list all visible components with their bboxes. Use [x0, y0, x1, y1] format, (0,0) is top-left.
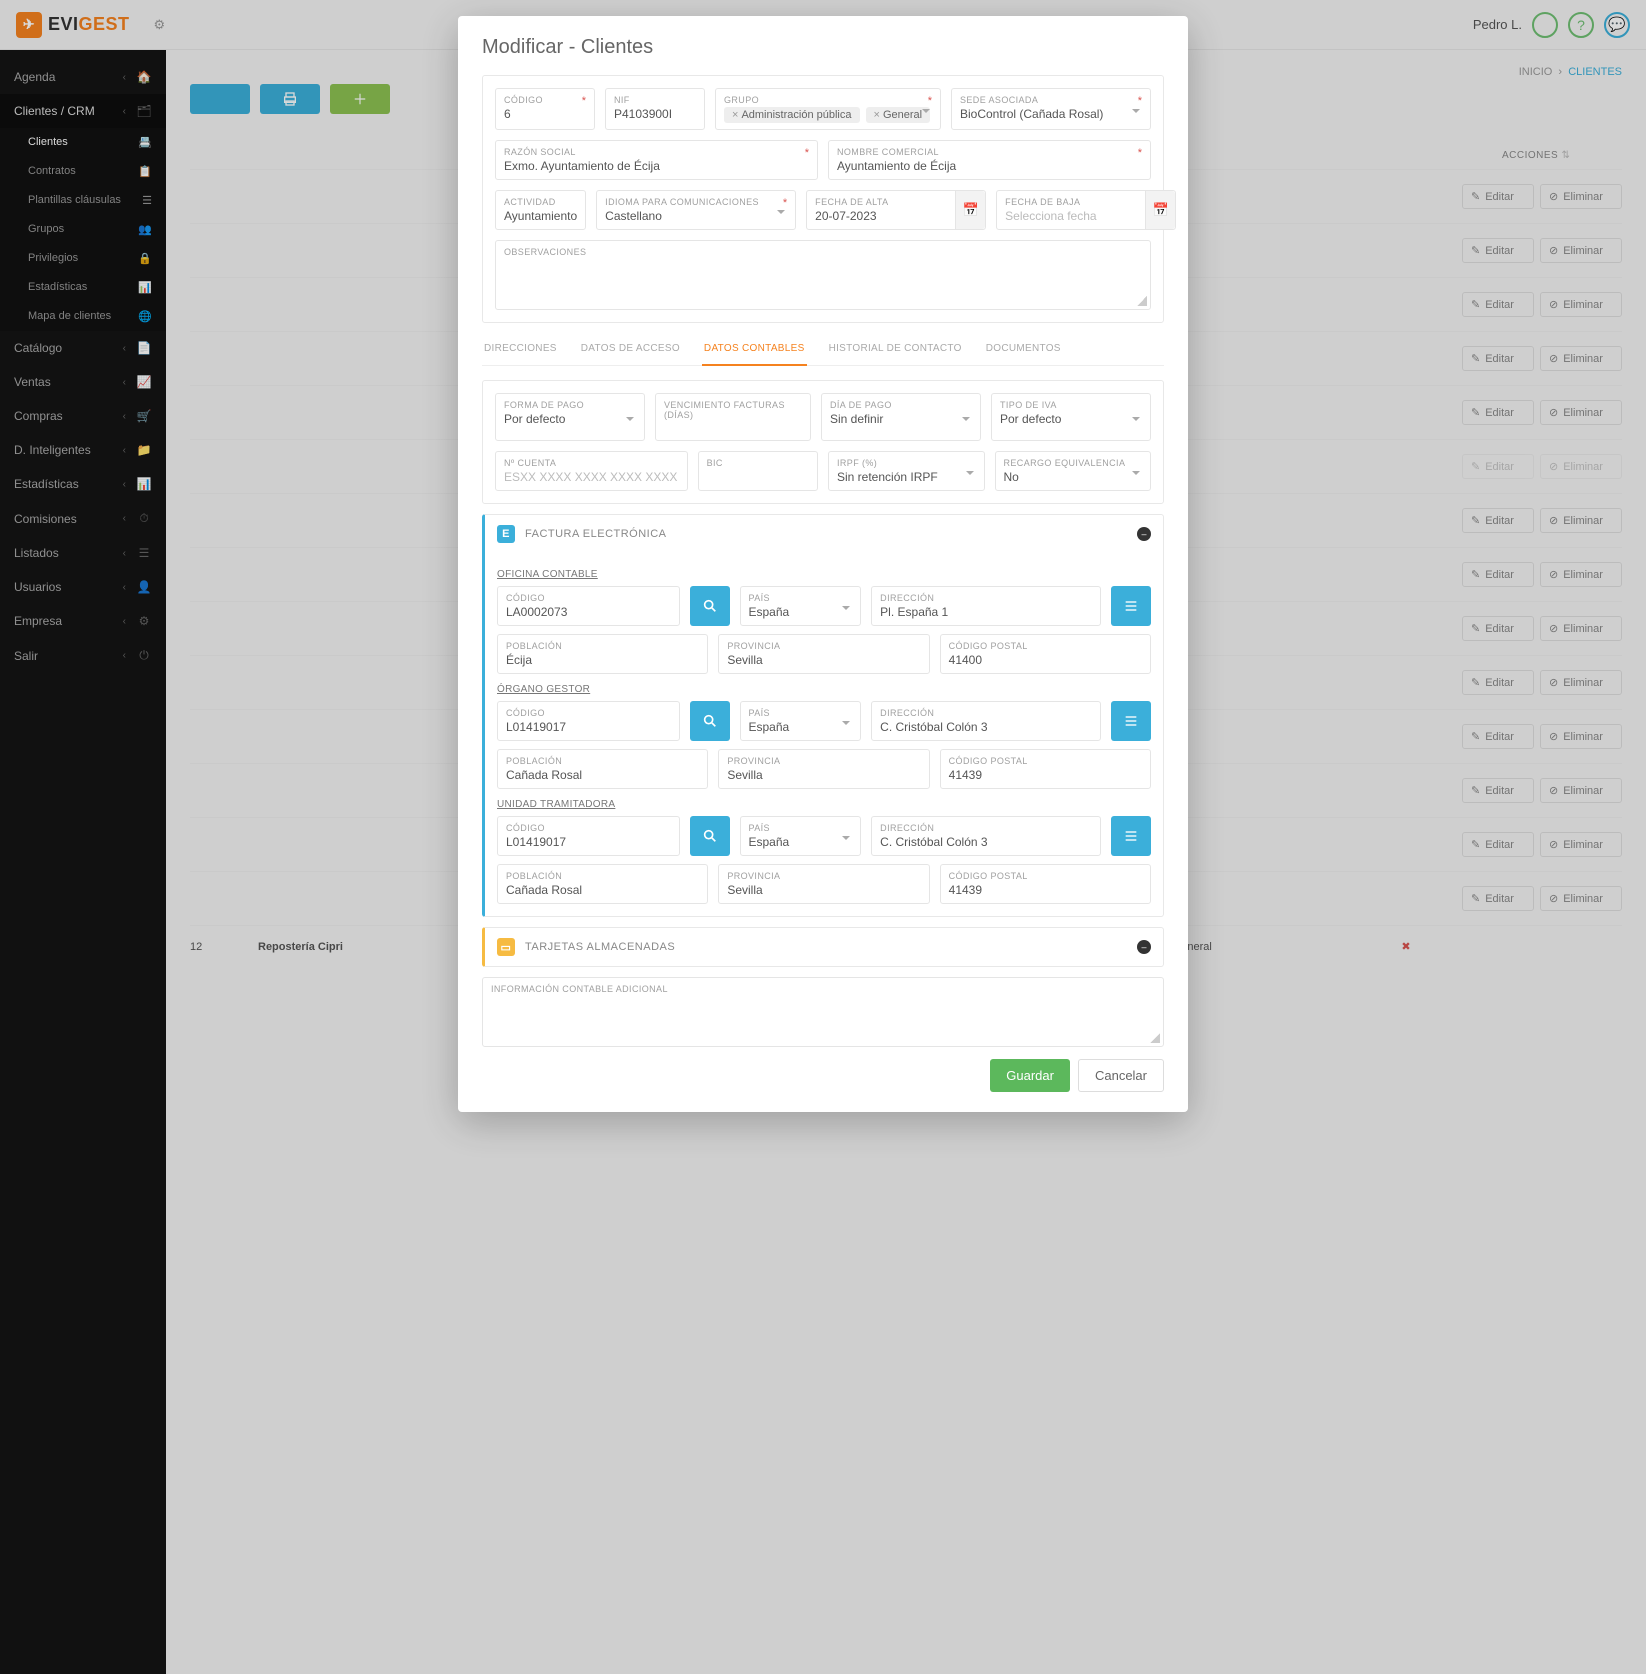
- section-header: UNIDAD TRAMITADORA: [497, 799, 1151, 810]
- nif-field[interactable]: NIF P4103900I: [605, 88, 705, 130]
- bic-field[interactable]: BIC: [698, 451, 818, 491]
- cp-field[interactable]: CÓDIGO POSTAL41439: [940, 749, 1151, 789]
- sede-field[interactable]: *SEDE ASOCIADA BioControl (Cañada Rosal): [951, 88, 1151, 130]
- direccion-field[interactable]: DIRECCIÓNC. Cristóbal Colón 3: [871, 816, 1101, 856]
- irpf-field[interactable]: IRPF (%)Sin retención IRPF: [828, 451, 985, 491]
- nombre-field[interactable]: *NOMBRE COMERCIAL Ayuntamiento de Écija: [828, 140, 1151, 180]
- section-header: OFICINA CONTABLE: [497, 569, 1151, 580]
- direccion-field[interactable]: DIRECCIÓNPl. España 1: [871, 586, 1101, 626]
- razon-field[interactable]: *RAZÓN SOCIAL Exmo. Ayuntamiento de Écij…: [495, 140, 818, 180]
- dia-pago-field[interactable]: DÍA DE PAGOSin definir: [821, 393, 981, 441]
- card-icon: ▭: [497, 938, 515, 956]
- tipo-iva-field[interactable]: TIPO DE IVAPor defecto: [991, 393, 1151, 441]
- tab[interactable]: DATOS DE ACCESO: [579, 333, 682, 365]
- forma-pago-field[interactable]: FORMA DE PAGOPor defecto: [495, 393, 645, 441]
- tab[interactable]: HISTORIAL DE CONTACTO: [827, 333, 964, 365]
- tab[interactable]: DIRECCIONES: [482, 333, 559, 365]
- cancel-button[interactable]: Cancelar: [1078, 1059, 1164, 1092]
- recargo-field[interactable]: RECARGO EQUIVALENCIANo: [995, 451, 1152, 491]
- codigo-field[interactable]: CÓDIGOL01419017: [497, 701, 680, 741]
- info-contable-field[interactable]: INFORMACIÓN CONTABLE ADICIONAL: [482, 977, 1164, 1047]
- codigo-field[interactable]: CÓDIGOLA0002073: [497, 586, 680, 626]
- provincia-field[interactable]: PROVINCIASevilla: [718, 634, 929, 674]
- fecha-baja-field[interactable]: FECHA DE BAJA Selecciona fecha 📅: [996, 190, 1176, 230]
- direccion-field[interactable]: DIRECCIÓNC. Cristóbal Colón 3: [871, 701, 1101, 741]
- list-button[interactable]: [1111, 816, 1151, 856]
- calendar-icon[interactable]: 📅: [955, 191, 985, 229]
- poblacion-field[interactable]: POBLACIÓNCañada Rosal: [497, 864, 708, 904]
- cp-field[interactable]: CÓDIGO POSTAL41400: [940, 634, 1151, 674]
- section-header: ÓRGANO GESTOR: [497, 684, 1151, 695]
- factura-electronica-panel: EFACTURA ELECTRÓNICA – OFICINA CONTABLEC…: [482, 514, 1164, 917]
- provincia-field[interactable]: PROVINCIASevilla: [718, 864, 929, 904]
- einvoice-icon: E: [497, 525, 515, 543]
- collapse-icon[interactable]: –: [1137, 940, 1151, 954]
- list-button[interactable]: [1111, 586, 1151, 626]
- pais-field[interactable]: PAÍSEspaña: [740, 816, 862, 856]
- fecha-alta-field[interactable]: FECHA DE ALTA 20-07-2023 📅: [806, 190, 986, 230]
- grupo-field[interactable]: *GRUPO ×Administración pública×General: [715, 88, 941, 130]
- modal-title: Modificar - Clientes: [482, 36, 1164, 59]
- codigo-field[interactable]: *CÓDIGO 6: [495, 88, 595, 130]
- tag[interactable]: ×Administración pública: [724, 107, 860, 123]
- list-button[interactable]: [1111, 701, 1151, 741]
- pais-field[interactable]: PAÍSEspaña: [740, 701, 862, 741]
- idioma-field[interactable]: *IDIOMA PARA COMUNICACIONES Castellano: [596, 190, 796, 230]
- observaciones-field[interactable]: OBSERVACIONES: [495, 240, 1151, 310]
- cp-field[interactable]: CÓDIGO POSTAL41439: [940, 864, 1151, 904]
- search-button[interactable]: [690, 701, 730, 741]
- save-button[interactable]: Guardar: [990, 1059, 1070, 1092]
- poblacion-field[interactable]: POBLACIÓNCañada Rosal: [497, 749, 708, 789]
- calendar-icon[interactable]: 📅: [1145, 191, 1175, 229]
- codigo-field[interactable]: CÓDIGOL01419017: [497, 816, 680, 856]
- pais-field[interactable]: PAÍSEspaña: [740, 586, 862, 626]
- cuenta-field[interactable]: Nº CUENTAESXX XXXX XXXX XXXX XXXX: [495, 451, 688, 491]
- actividad-field[interactable]: ACTIVIDAD Ayuntamiento: [495, 190, 586, 230]
- tab[interactable]: DATOS CONTABLES: [702, 333, 807, 366]
- provincia-field[interactable]: PROVINCIASevilla: [718, 749, 929, 789]
- search-button[interactable]: [690, 586, 730, 626]
- tab[interactable]: DOCUMENTOS: [984, 333, 1063, 365]
- collapse-icon[interactable]: –: [1137, 527, 1151, 541]
- edit-client-modal: Modificar - Clientes *CÓDIGO 6 NIF P4103…: [458, 16, 1188, 1112]
- poblacion-field[interactable]: POBLACIÓNÉcija: [497, 634, 708, 674]
- tag[interactable]: ×General: [866, 107, 931, 123]
- search-button[interactable]: [690, 816, 730, 856]
- tarjetas-panel: ▭TARJETAS ALMACENADAS –: [482, 927, 1164, 967]
- vencimiento-field[interactable]: VENCIMIENTO FACTURAS (DÍAS): [655, 393, 811, 441]
